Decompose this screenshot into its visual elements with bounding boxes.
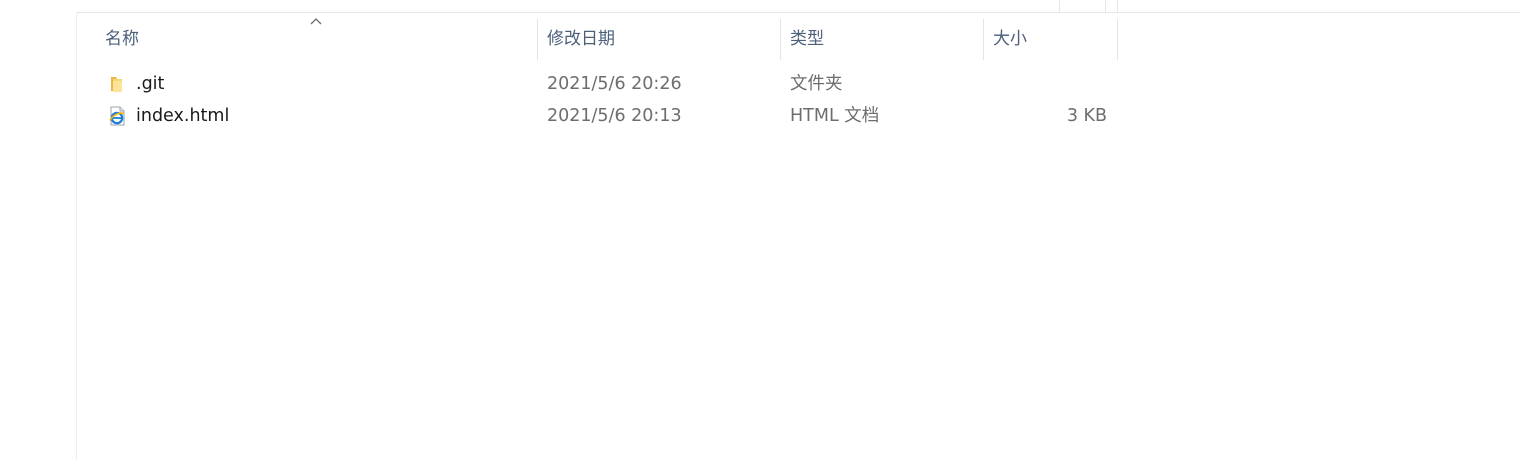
column-header-date-modified[interactable]: 修改日期 <box>537 19 780 60</box>
file-date-modified: 2021/5/6 20:26 <box>547 74 682 94</box>
toolbar-separator <box>1117 0 1118 12</box>
column-header-type[interactable]: 类型 <box>780 19 983 60</box>
column-header-size[interactable]: 大小 <box>983 19 1118 60</box>
column-resize-handle[interactable] <box>1117 19 1118 60</box>
column-header-name[interactable]: 名称 <box>95 19 537 60</box>
file-row-git[interactable]: .git 2021/5/6 20:26 文件夹 <box>97 69 1118 100</box>
file-name: index.html <box>136 106 230 126</box>
file-size: 3 KB <box>1066 106 1107 126</box>
folder-icon <box>111 77 122 92</box>
toolbar-separator <box>1105 0 1106 12</box>
navigation-pane-divider[interactable] <box>76 12 77 460</box>
file-name: .git <box>136 74 165 94</box>
internet-explorer-file-icon <box>109 106 125 126</box>
file-date-modified: 2021/5/6 20:13 <box>547 106 682 126</box>
toolbar-bottom-border <box>76 12 1520 13</box>
file-type: HTML 文档 <box>790 106 880 126</box>
file-type: 文件夹 <box>790 74 843 94</box>
toolbar-separator <box>1059 0 1060 12</box>
column-header-row: 名称 修改日期 类型 大小 <box>0 18 1520 60</box>
file-row-index-html[interactable]: index.html 2021/5/6 20:13 HTML 文档 3 KB <box>97 101 1118 132</box>
